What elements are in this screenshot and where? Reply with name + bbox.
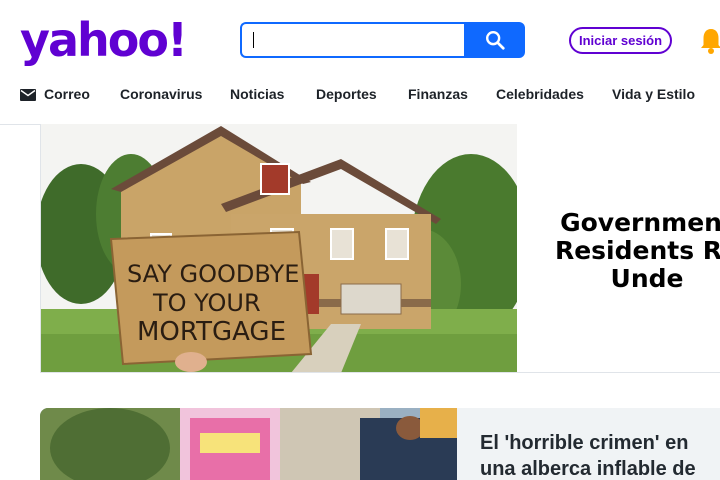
- nav-item-coronavirus[interactable]: Coronavirus: [120, 86, 202, 102]
- news-headline-line: una alberca inflable de: [480, 458, 696, 480]
- news-card[interactable]: El 'horrible crimen' en una alberca infl…: [40, 408, 720, 480]
- news-headline-line: El 'horrible crimen' en: [480, 432, 689, 454]
- ad-headline[interactable]: Government Residents Re Unde: [527, 209, 720, 293]
- text-caret: [253, 32, 254, 48]
- ad-headline-line: Government: [560, 208, 720, 237]
- nav-item-finanzas[interactable]: Finanzas: [408, 86, 468, 102]
- news-image[interactable]: [40, 408, 457, 480]
- ad-headline-line: Unde: [610, 264, 684, 293]
- signin-button[interactable]: Iniciar sesión: [569, 27, 672, 54]
- search-input[interactable]: [240, 22, 465, 58]
- house-image[interactable]: SAY GOODBYE TO YOUR MORTGAGE: [41, 124, 517, 373]
- ad-headline-line: Residents Re: [554, 236, 720, 265]
- ad-card[interactable]: SAY GOODBYE TO YOUR MORTGAGE Government …: [40, 124, 720, 373]
- search-button[interactable]: [464, 22, 525, 58]
- sign-text-line-3: MORTGAGE: [137, 317, 286, 347]
- sign-text-line-2: TO YOUR: [152, 289, 261, 317]
- search-bar: [240, 22, 525, 58]
- bell-icon[interactable]: [699, 27, 720, 55]
- category-nav: Correo Coronavirus Noticias Deportes Fin…: [0, 80, 720, 110]
- news-headline[interactable]: El 'horrible crimen' en una alberca infl…: [480, 430, 720, 480]
- header: yahoo! Iniciar sesión: [0, 0, 720, 80]
- nav-item-vida-y-estilo[interactable]: Vida y Estilo: [612, 86, 695, 102]
- nav-item-deportes[interactable]: Deportes: [316, 86, 377, 102]
- search-icon: [485, 31, 505, 50]
- nav-item-celebridades[interactable]: Celebridades: [496, 86, 584, 102]
- mail-icon: [20, 89, 36, 101]
- nav-item-noticias[interactable]: Noticias: [230, 86, 284, 102]
- yahoo-logo[interactable]: yahoo!: [20, 14, 188, 66]
- sign-text-line-1: SAY GOODBYE: [127, 260, 299, 288]
- nav-item-correo[interactable]: Correo: [44, 86, 90, 102]
